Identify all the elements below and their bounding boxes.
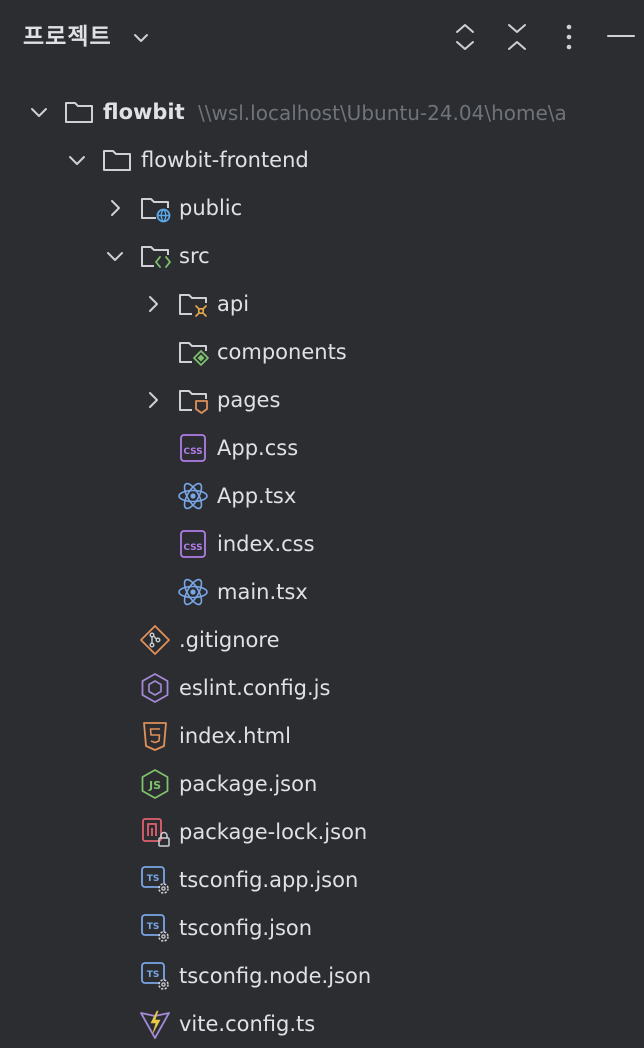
tree-item-label: flowbit-frontend <box>141 148 309 172</box>
folder-source-icon <box>141 246 171 268</box>
eslint-file-icon <box>141 673 169 703</box>
react-file-icon <box>178 578 208 606</box>
tree-item-label: eslint.config.js <box>179 676 331 700</box>
tree-row-main-tsx[interactable]: main.tsx <box>0 568 644 616</box>
tree-item-label: package-lock.json <box>179 820 368 844</box>
tree-row-pages[interactable]: pages <box>0 376 644 424</box>
tsconfig-file-icon: TS <box>141 866 169 894</box>
tree-item-label: components <box>217 340 347 364</box>
tree-row-index-css[interactable]: CSS index.css <box>0 520 644 568</box>
chevron-right-icon[interactable] <box>104 197 126 219</box>
chevron-down-icon[interactable] <box>131 28 151 48</box>
tree-item-label: flowbit <box>103 100 185 124</box>
tree-row-package-json[interactable]: JS package.json <box>0 760 644 808</box>
tree-item-label: .gitignore <box>179 628 280 652</box>
expand-all-icon[interactable] <box>453 22 477 52</box>
tree-item-label: tsconfig.json <box>179 916 313 940</box>
svg-text:TS: TS <box>147 970 160 980</box>
chevron-right-icon[interactable] <box>142 293 164 315</box>
tree-item-label: App.tsx <box>217 484 297 508</box>
folder-api-icon <box>179 294 207 317</box>
tree-row-index-html[interactable]: index.html <box>0 712 644 760</box>
tree-row-vite-config[interactable]: vite.config.ts <box>0 1000 644 1048</box>
tree-item-label: tsconfig.node.json <box>179 964 372 988</box>
folder-components-icon <box>179 342 209 366</box>
svg-text:TS: TS <box>147 922 160 932</box>
tsconfig-file-icon: TS <box>141 914 169 942</box>
nodejs-file-icon: JS <box>141 769 169 799</box>
tsconfig-file-icon: TS <box>141 962 169 990</box>
project-path: \\wsl.localhost\Ubuntu-24.04\home\a <box>198 101 567 125</box>
more-vertical-icon[interactable] <box>560 22 578 52</box>
tree-item-label: package.json <box>179 772 318 796</box>
minimize-icon[interactable] <box>606 26 636 46</box>
tree-row-flowbit-frontend[interactable]: flowbit-frontend <box>0 136 644 184</box>
svg-text:CSS: CSS <box>183 543 202 553</box>
folder-icon <box>103 150 131 171</box>
tree-row-api[interactable]: api <box>0 280 644 328</box>
chevron-down-icon[interactable] <box>28 101 50 123</box>
chevron-down-icon[interactable] <box>66 149 88 171</box>
tree-item-label: vite.config.ts <box>179 1012 316 1036</box>
css-file-icon: CSS <box>180 434 206 462</box>
svg-text:TS: TS <box>147 874 160 884</box>
html-file-icon <box>143 722 167 751</box>
tree-item-label: pages <box>217 388 281 412</box>
tree-item-label: tsconfig.app.json <box>179 868 359 892</box>
tree-row-root[interactable]: flowbit \\wsl.localhost\Ubuntu-24.04\hom… <box>0 88 644 136</box>
chevron-right-icon[interactable] <box>142 389 164 411</box>
tree-item-label: App.css <box>217 436 299 460</box>
tree-row-gitignore[interactable]: .gitignore <box>0 616 644 664</box>
tree-item-label: index.html <box>179 724 291 748</box>
chevron-down-icon[interactable] <box>104 245 126 267</box>
lock-file-icon <box>142 818 170 847</box>
tree-item-label: public <box>179 196 243 220</box>
tree-row-components[interactable]: components <box>0 328 644 376</box>
tree-row-src[interactable]: src <box>0 232 644 280</box>
git-file-icon <box>140 625 170 655</box>
tree-item-label: main.tsx <box>217 580 308 604</box>
svg-text:JS: JS <box>148 779 161 792</box>
folder-public-icon <box>141 198 171 223</box>
project-title[interactable]: 프로젝트 <box>23 22 112 52</box>
tree-row-tsconfig-app-json[interactable]: TS tsconfig.app.json <box>0 856 644 904</box>
tree-row-eslint-config[interactable]: eslint.config.js <box>0 664 644 712</box>
tree-item-label: index.css <box>217 532 315 556</box>
tree-row-tsconfig-json[interactable]: TS tsconfig.json <box>0 904 644 952</box>
react-file-icon <box>178 482 208 510</box>
project-tool-window-header: 프로젝트 <box>0 0 644 76</box>
css-file-icon: CSS <box>180 530 206 558</box>
tree-item-label: api <box>217 292 250 316</box>
tree-item-label: src <box>179 244 210 268</box>
tree-row-tsconfig-node-json[interactable]: TS tsconfig.node.json <box>0 952 644 1000</box>
collapse-all-icon[interactable] <box>505 22 529 52</box>
folder-icon <box>65 102 93 123</box>
tree-row-package-lock-json[interactable]: package-lock.json <box>0 808 644 856</box>
tree-row-app-css[interactable]: CSS App.css <box>0 424 644 472</box>
tree-row-public[interactable]: public <box>0 184 644 232</box>
vite-file-icon <box>140 1010 170 1039</box>
folder-pages-icon <box>179 390 208 414</box>
tree-row-app-tsx[interactable]: App.tsx <box>0 472 644 520</box>
svg-text:CSS: CSS <box>183 447 202 457</box>
